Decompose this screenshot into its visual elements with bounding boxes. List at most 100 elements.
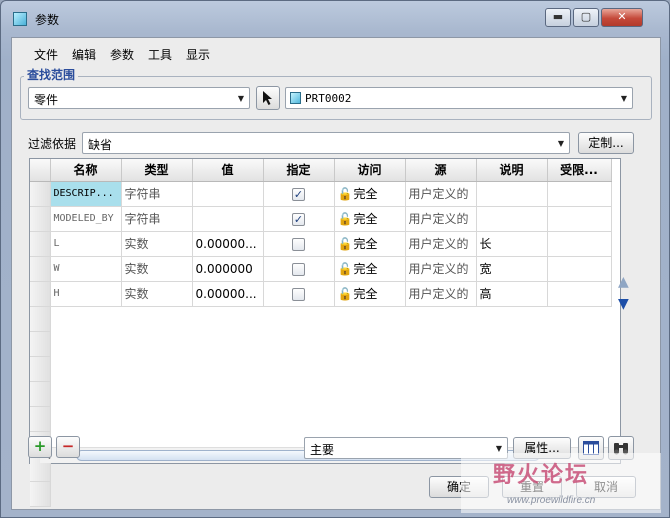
col-designate-header[interactable]: 指定: [263, 159, 335, 182]
filter-select[interactable]: 缺省 ▼: [82, 132, 570, 154]
designate-checkbox[interactable]: [292, 237, 305, 251]
param-access-cell[interactable]: 🔓完全: [334, 231, 406, 257]
param-name-cell[interactable]: MODELED_BY: [50, 206, 122, 232]
empty-cell: [263, 481, 334, 506]
col-source-header[interactable]: 源: [405, 159, 477, 182]
empty-cell: [334, 406, 405, 431]
add-parameter-button[interactable]: +: [28, 436, 52, 458]
param-value-cell[interactable]: [192, 206, 264, 232]
table-row[interactable]: MODELED_BY 字符串 ✓ 🔓完全 用户定义的: [30, 206, 612, 232]
title-bar[interactable]: 参数 ▬ ▢ ✕: [1, 1, 669, 35]
scope-type-select[interactable]: 零件 ▼: [28, 87, 250, 109]
menu-display[interactable]: 显示: [186, 46, 210, 63]
param-value-cell[interactable]: 0.000000: [192, 256, 264, 282]
param-source-cell[interactable]: 用户定义的: [405, 181, 477, 207]
param-value-cell[interactable]: 0.00000...: [192, 231, 264, 257]
select-model-button[interactable]: [256, 86, 280, 110]
param-type-cell[interactable]: 字符串: [121, 206, 193, 232]
col-type-header[interactable]: 类型: [121, 159, 193, 182]
designate-checkbox[interactable]: [292, 287, 305, 301]
model-select[interactable]: PRT0002 ▼: [285, 87, 633, 109]
designate-checkbox[interactable]: ✓: [292, 212, 305, 226]
param-designate-cell[interactable]: ✓: [263, 181, 335, 207]
empty-cell: [50, 306, 121, 331]
access-value: 完全: [353, 262, 378, 276]
param-description-cell[interactable]: [476, 206, 548, 232]
remove-parameter-button[interactable]: −: [56, 436, 80, 458]
table-row[interactable]: W 实数 0.000000 🔓完全 用户定义的宽: [30, 256, 612, 282]
row-header[interactable]: [30, 231, 51, 257]
param-description-cell[interactable]: 高: [476, 281, 548, 307]
row-header: [30, 356, 51, 382]
col-description-header[interactable]: 说明: [476, 159, 548, 182]
param-restricted-cell[interactable]: [547, 281, 612, 307]
empty-cell: [547, 381, 611, 406]
move-up-icon[interactable]: ▲: [618, 274, 629, 290]
param-type-cell[interactable]: 实数: [121, 281, 193, 307]
param-restricted-cell[interactable]: [547, 206, 612, 232]
chevron-down-icon: ▼: [495, 444, 502, 453]
param-access-cell[interactable]: 🔓完全: [334, 181, 406, 207]
close-button[interactable]: ✕: [601, 8, 643, 27]
param-type-cell[interactable]: 实数: [121, 256, 193, 282]
customize-button[interactable]: 定制...: [578, 132, 634, 154]
dialog-body: 文件 编辑 参数 工具 显示 查找范围 零件 ▼ PRT0002 ▼ 过滤依据 …: [11, 37, 661, 510]
menu-bar: 文件 编辑 参数 工具 显示: [12, 38, 660, 68]
param-value-cell[interactable]: [192, 181, 264, 207]
param-description-cell[interactable]: [476, 181, 548, 207]
param-source-cell[interactable]: 用户定义的: [405, 231, 477, 257]
param-type-cell[interactable]: 实数: [121, 231, 193, 257]
empty-row: [30, 306, 611, 332]
col-value-header[interactable]: 值: [192, 159, 264, 182]
table-row[interactable]: H 实数 0.00000... 🔓完全 用户定义的高: [30, 281, 612, 307]
param-source-cell[interactable]: 用户定义的: [405, 281, 477, 307]
empty-cell: [50, 356, 121, 381]
menu-parameters[interactable]: 参数: [110, 46, 134, 63]
empty-cell: [405, 356, 476, 381]
param-access-cell[interactable]: 🔓完全: [334, 281, 406, 307]
empty-row: [30, 381, 611, 407]
param-designate-cell[interactable]: ✓: [263, 206, 335, 232]
designate-checkbox[interactable]: [292, 262, 305, 276]
table-row[interactable]: L 实数 0.00000... 🔓完全 用户定义的长: [30, 231, 612, 257]
menu-tools[interactable]: 工具: [148, 46, 172, 63]
empty-cell: [192, 306, 263, 331]
row-header[interactable]: [30, 256, 51, 282]
param-restricted-cell[interactable]: [547, 256, 612, 282]
col-access-header[interactable]: 访问: [334, 159, 406, 182]
col-restricted-header[interactable]: 受限...: [547, 159, 612, 182]
minimize-button[interactable]: ▬: [545, 8, 571, 27]
param-description-cell[interactable]: 宽: [476, 256, 548, 282]
menu-file[interactable]: 文件: [34, 46, 58, 63]
param-description-cell[interactable]: 长: [476, 231, 548, 257]
move-down-icon[interactable]: ▼: [618, 296, 629, 312]
param-designate-cell[interactable]: [263, 231, 335, 257]
row-header[interactable]: [30, 181, 51, 207]
designate-checkbox[interactable]: ✓: [292, 187, 305, 201]
empty-cell: [334, 356, 405, 381]
param-designate-cell[interactable]: [263, 281, 335, 307]
param-name-cell[interactable]: W: [50, 256, 122, 282]
empty-cell: [334, 331, 405, 356]
param-type-cell[interactable]: 字符串: [121, 181, 193, 207]
param-value-cell[interactable]: 0.00000...: [192, 281, 264, 307]
empty-cell: [121, 406, 192, 431]
col-name-header[interactable]: 名称: [50, 159, 122, 182]
param-access-cell[interactable]: 🔓完全: [334, 206, 406, 232]
param-designate-cell[interactable]: [263, 256, 335, 282]
param-name-cell[interactable]: DESCRIP...: [50, 181, 122, 207]
param-access-cell[interactable]: 🔓完全: [334, 256, 406, 282]
param-source-cell[interactable]: 用户定义的: [405, 256, 477, 282]
param-source-cell[interactable]: 用户定义的: [405, 206, 477, 232]
row-header[interactable]: [30, 206, 51, 232]
row-header[interactable]: [30, 281, 51, 307]
chevron-down-icon: ▼: [237, 94, 244, 103]
param-restricted-cell[interactable]: [547, 231, 612, 257]
param-name-cell[interactable]: L: [50, 231, 122, 257]
param-restricted-cell[interactable]: [547, 181, 612, 207]
model-value: PRT0002: [305, 92, 352, 105]
maximize-button[interactable]: ▢: [573, 8, 599, 27]
param-name-cell[interactable]: H: [50, 281, 122, 307]
menu-edit[interactable]: 编辑: [72, 46, 96, 63]
table-row[interactable]: DESCRIP... 字符串 ✓ 🔓完全 用户定义的: [30, 181, 612, 207]
